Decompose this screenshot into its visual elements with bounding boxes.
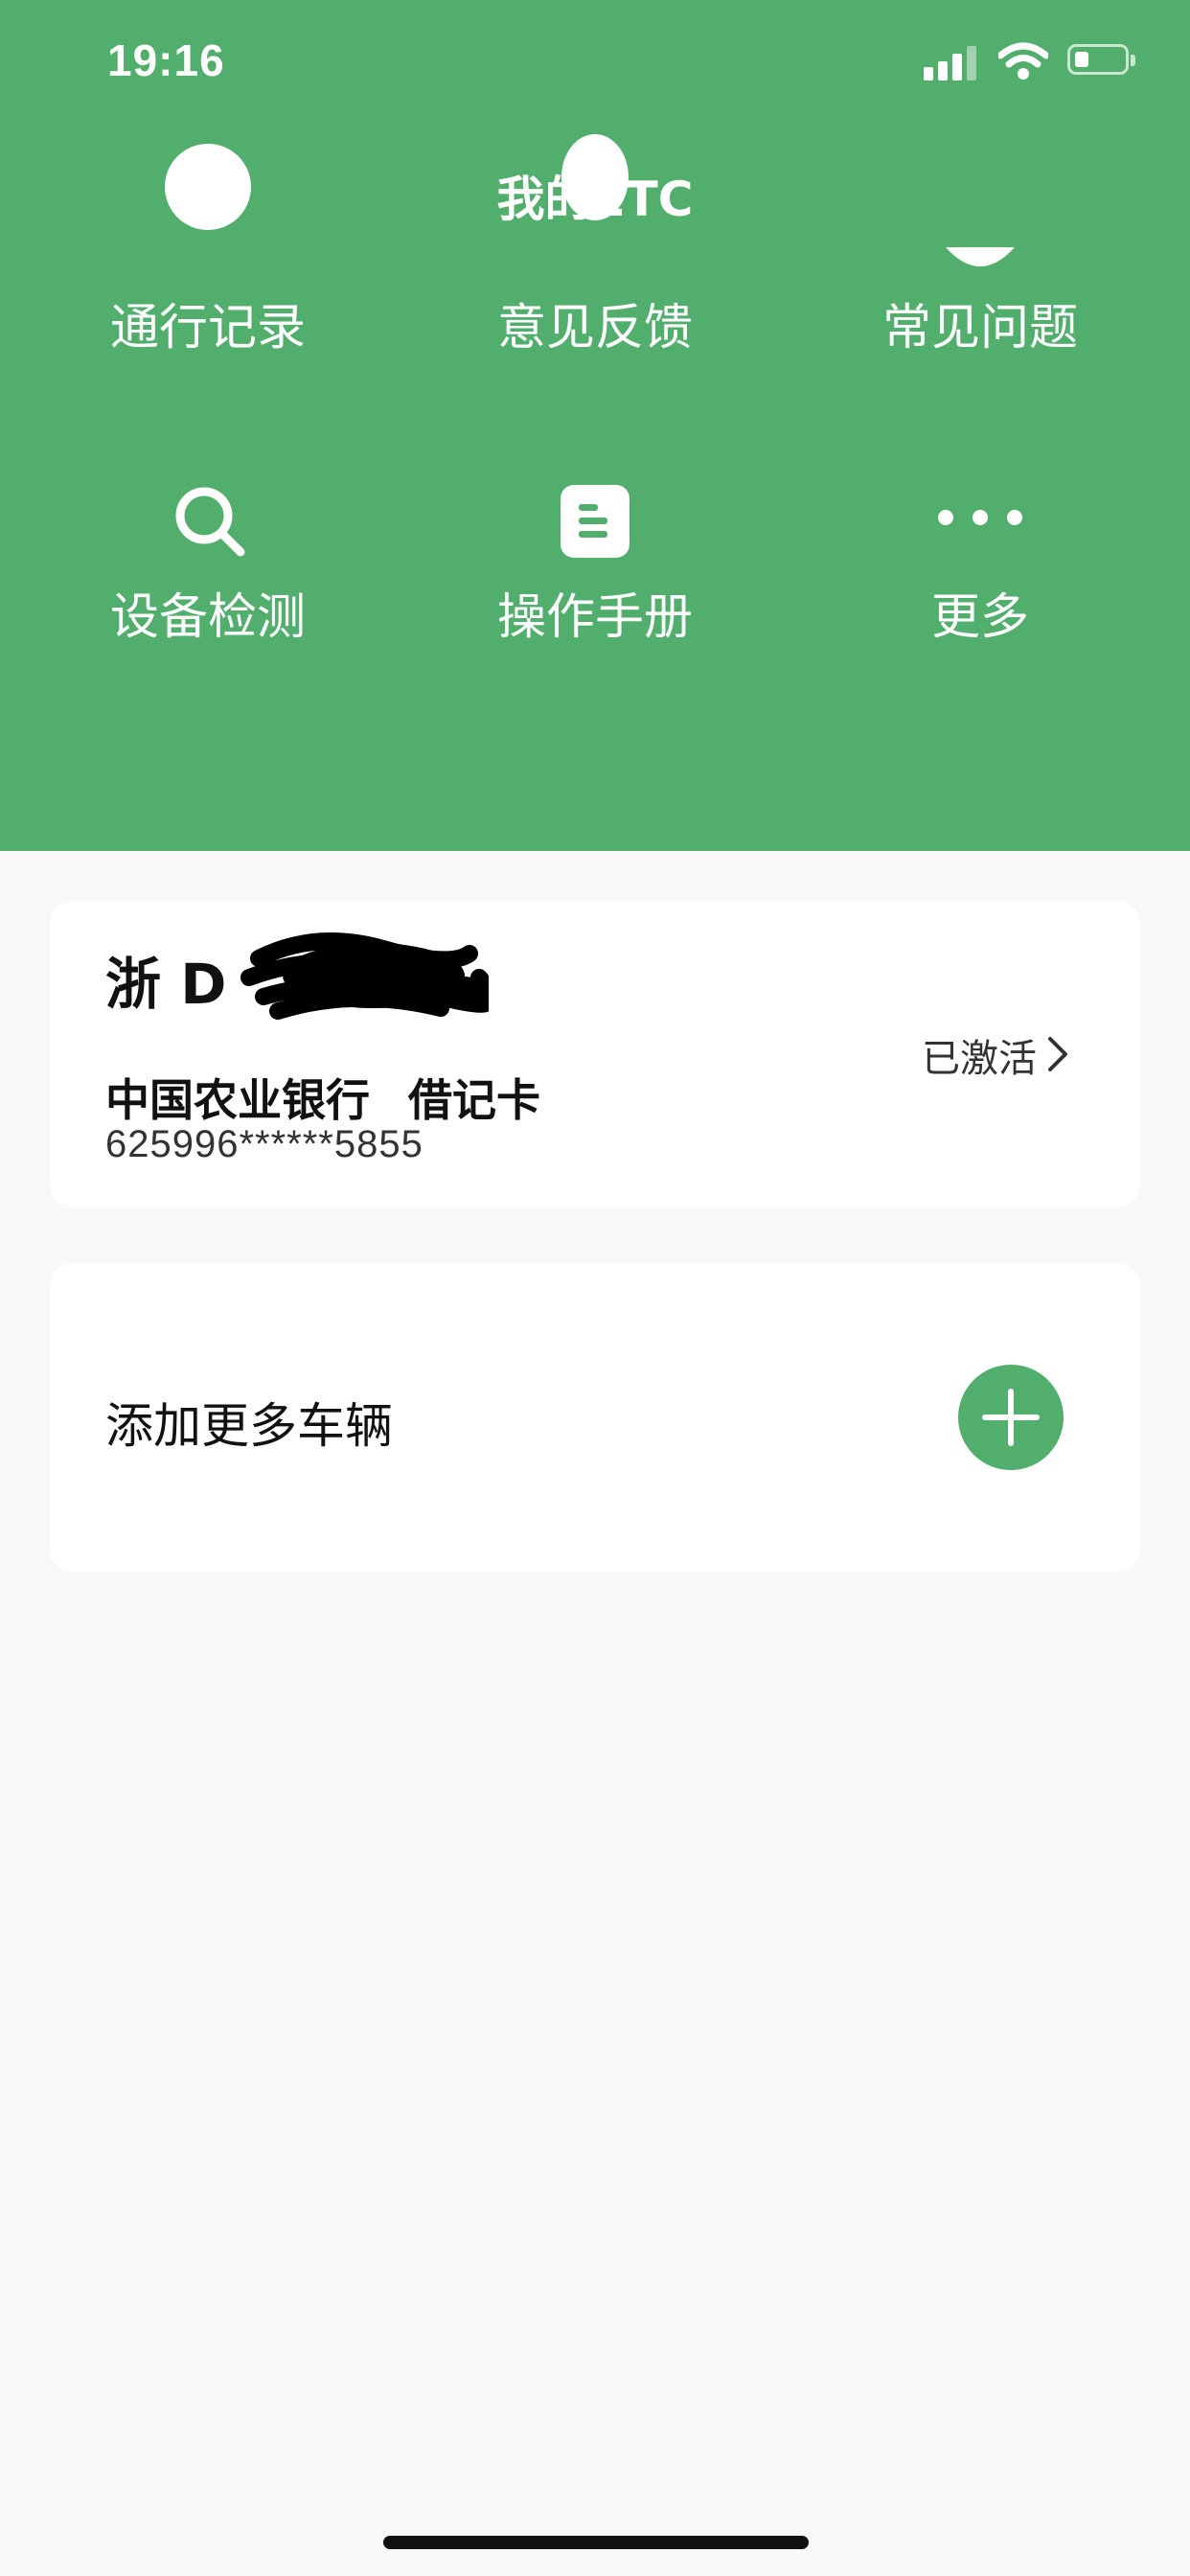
status-time: 19:16 xyxy=(107,35,225,85)
vehicle-card[interactable]: 浙 D 中国农业银行 借记卡 625996******5855 已激活 xyxy=(50,901,1140,1208)
card-number: 625996******5855 xyxy=(105,1123,423,1165)
grid-label: 常见问题 xyxy=(881,300,1078,356)
grid-item-feedback[interactable]: 意见反馈 xyxy=(451,134,739,364)
plate-number: 浙 D xyxy=(105,952,227,1017)
grid-label: 通行记录 xyxy=(109,300,306,356)
grid-item-pass-records[interactable]: 通行记录 xyxy=(64,144,352,364)
grid-item-manual[interactable]: 操作手册 xyxy=(451,479,739,652)
home-indicator[interactable] xyxy=(383,2536,809,2549)
signal-icon xyxy=(924,42,981,80)
activation-status-text: 已激活 xyxy=(922,1037,1037,1081)
document-icon xyxy=(561,485,629,558)
partial-chat-icon xyxy=(946,247,1015,266)
activation-status: 已激活 xyxy=(922,1027,1037,1083)
grid-label: 设备检测 xyxy=(109,589,306,646)
partial-circle-icon xyxy=(165,144,251,230)
battery-icon xyxy=(1067,44,1135,75)
grid-item-faq[interactable]: 常见问题 xyxy=(836,192,1124,364)
plus-icon xyxy=(982,1389,1040,1446)
add-vehicle-card[interactable]: 添加更多车辆 xyxy=(50,1263,1140,1572)
more-dots-icon xyxy=(938,510,1022,525)
add-vehicle-label: 添加更多车辆 xyxy=(105,1398,393,1454)
chevron-right-icon xyxy=(1048,1037,1067,1071)
card-type: 借记卡 xyxy=(408,1074,540,1126)
bank-name-text: 中国农业银行 xyxy=(105,1074,370,1126)
grid-item-device-check[interactable]: 设备检测 xyxy=(64,479,352,652)
wifi-icon xyxy=(998,42,1048,80)
partial-circle-icon xyxy=(561,134,629,220)
grid-item-more[interactable]: 更多 xyxy=(836,479,1124,652)
add-vehicle-button[interactable] xyxy=(958,1365,1064,1470)
search-icon xyxy=(175,487,245,557)
status-icons xyxy=(924,42,1135,86)
grid-label: 操作手册 xyxy=(496,589,693,646)
header: 19:16 我的ETC 通行记录 意见反馈 常见问题 xyxy=(0,0,1190,851)
redaction-scribble xyxy=(240,932,489,1020)
grid-label: 更多 xyxy=(930,589,1029,646)
bank-name: 中国农业银行 借记卡 xyxy=(105,1066,540,1129)
grid-label: 意见反馈 xyxy=(496,300,693,356)
